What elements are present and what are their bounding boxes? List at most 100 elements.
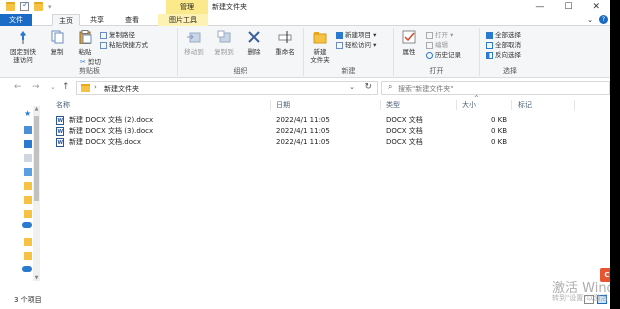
paste-button[interactable]: 粘贴 (74, 30, 96, 56)
desktop-icon[interactable] (24, 126, 32, 134)
copy-path-button[interactable]: 复制路径 (100, 31, 135, 39)
edit-button[interactable]: 编辑 (426, 41, 448, 49)
word-document-icon (56, 138, 64, 148)
onedrive-cloud-icon[interactable] (22, 222, 32, 228)
paste-shortcut-button[interactable]: 粘贴快捷方式 (100, 41, 148, 49)
column-divider[interactable] (511, 100, 512, 110)
tab-share[interactable]: 共享 (86, 14, 108, 26)
status-bar: 3 个项目 (0, 292, 610, 309)
refresh-icon[interactable]: ↻ (364, 82, 372, 92)
rename-button[interactable]: 重命名 (272, 30, 298, 56)
table-row[interactable]: 新建 DOCX 文档 (2).docx 2022/4/1 11:05 DOCX … (56, 115, 526, 126)
ribbon-expand-icon[interactable]: ⌄ (587, 14, 593, 26)
scroll-up-icon[interactable]: ▲ (33, 106, 40, 112)
file-type: DOCX 文档 (386, 116, 423, 124)
column-divider[interactable] (380, 100, 381, 110)
downloads-icon[interactable] (24, 140, 32, 148)
open-icon (426, 31, 433, 39)
new-group: 新建 文件夹 新建项目 ▾ 轻松访问 ▾ 新建 (304, 28, 394, 76)
column-divider[interactable] (456, 100, 457, 110)
help-icon[interactable]: ? (599, 15, 608, 24)
recent-locations-dropdown[interactable]: ⌄ (50, 83, 56, 91)
nav-scrollbar-thumb[interactable] (34, 116, 39, 201)
column-header-tags[interactable]: 标记 (518, 98, 532, 112)
pictures-icon[interactable] (24, 168, 32, 176)
tab-home[interactable]: 主页 (52, 14, 80, 26)
minimize-button[interactable]: — (535, 0, 544, 14)
window-controls: — ☐ ✕ (535, 0, 600, 14)
select-all-label: 全部选择 (495, 31, 521, 39)
select-all-button[interactable]: 全部选择 (486, 31, 521, 39)
column-divider[interactable] (574, 100, 575, 110)
address-bar-row: ← → ⌄ ↑ › 新建文件夹 ⌄ ↻ ⌕ 搜索"新建文件夹" (0, 78, 620, 98)
chevron-down-icon[interactable]: ⌄ (349, 83, 355, 91)
copy-button[interactable]: 复制 (46, 30, 68, 56)
folder-icon[interactable] (24, 238, 32, 246)
delete-label: 删除 (247, 48, 261, 56)
column-header-type[interactable]: 类型 (386, 98, 400, 112)
folder-icon[interactable] (24, 196, 32, 204)
folder-icon[interactable] (24, 182, 32, 190)
documents-icon[interactable] (24, 154, 32, 162)
address-bar[interactable]: › 新建文件夹 ⌄ ↻ (76, 81, 378, 95)
new-item-button[interactable]: 新建项目 ▾ (336, 31, 376, 39)
easy-access-button[interactable]: 轻松访问 ▾ (336, 41, 376, 49)
scroll-down-icon[interactable]: ▼ (33, 275, 40, 281)
pin-quick-access-button[interactable]: 固定到快 速访问 (6, 30, 40, 64)
new-folder-button[interactable]: 新建 文件夹 (306, 30, 334, 64)
up-button[interactable]: ↑ (62, 82, 70, 92)
paste-shortcut-icon (100, 41, 107, 49)
open-group: 属性 打开 ▾ 编辑 历史记录 打开 (394, 28, 480, 76)
tab-file[interactable]: 文件 (0, 14, 32, 26)
sort-arrow-icon: ^ (474, 95, 480, 102)
search-input[interactable]: ⌕ 搜索"新建文件夹" (381, 81, 610, 95)
history-label: 历史记录 (435, 51, 461, 59)
invert-selection-icon (486, 51, 493, 59)
properties-label: 属性 (402, 48, 416, 56)
paste-shortcut-label: 粘贴快捷方式 (109, 41, 148, 49)
address-path[interactable]: 新建文件夹 (104, 84, 139, 94)
tab-view[interactable]: 查看 (121, 14, 143, 26)
table-row[interactable]: 新建 DOCX 文档 (3).docx 2022/4/1 11:05 DOCX … (56, 126, 526, 137)
copy-to-icon (217, 30, 231, 43)
quick-access-star-icon[interactable]: ★ (24, 110, 32, 118)
cloud-icon[interactable] (22, 266, 32, 272)
folder-icon[interactable] (24, 252, 32, 260)
edit-icon (426, 41, 433, 49)
rename-label: 重命名 (275, 48, 295, 56)
history-button[interactable]: 历史记录 (426, 51, 461, 59)
new-folder-icon (313, 32, 327, 44)
tab-picture-tools[interactable]: 图片工具 (158, 14, 208, 26)
copy-to-button[interactable]: 复制到 (210, 30, 238, 56)
clipboard-group-label: 剪贴板 (79, 67, 100, 75)
invert-selection-button[interactable]: 反向选择 (486, 51, 521, 59)
back-button[interactable]: ← (14, 82, 22, 92)
organize-group-label: 组织 (233, 67, 248, 75)
forward-button[interactable]: → (32, 82, 40, 92)
folder-icon (6, 2, 15, 11)
file-size: 0 KB (491, 116, 508, 124)
properties-qat-icon[interactable] (20, 0, 29, 11)
table-row[interactable]: 新建 DOCX 文档.docx 2022/4/1 11:05 DOCX 文档 0… (56, 137, 526, 148)
word-document-icon (56, 127, 64, 137)
select-none-button[interactable]: 全部取消 (486, 41, 521, 49)
delete-button[interactable]: 删除 (244, 30, 264, 56)
open-button[interactable]: 打开 ▾ (426, 31, 453, 39)
properties-button[interactable]: 属性 (398, 30, 420, 56)
file-name: 新建 DOCX 文档.docx (69, 138, 141, 146)
nav-scrollbar[interactable]: ▲ ▼ (33, 106, 40, 281)
column-header-name[interactable]: 名称 (56, 98, 70, 112)
new-folder-qat-icon[interactable] (34, 2, 43, 11)
qat-dropdown-icon[interactable]: ▾ (48, 3, 52, 11)
column-header-date[interactable]: 日期 (276, 98, 290, 112)
cut-button[interactable]: ✂ 剪切 (80, 58, 101, 66)
file-name: 新建 DOCX 文档 (2).docx (69, 116, 154, 124)
copy-label: 复制 (50, 48, 64, 56)
manage-context-tab[interactable]: 管理 (166, 0, 208, 14)
move-to-button[interactable]: 移动到 (180, 30, 208, 56)
select-none-icon (486, 41, 493, 49)
close-button[interactable]: ✕ (592, 0, 600, 14)
maximize-button[interactable]: ☐ (564, 0, 572, 14)
folder-icon[interactable] (24, 210, 32, 218)
column-divider[interactable] (270, 100, 271, 110)
